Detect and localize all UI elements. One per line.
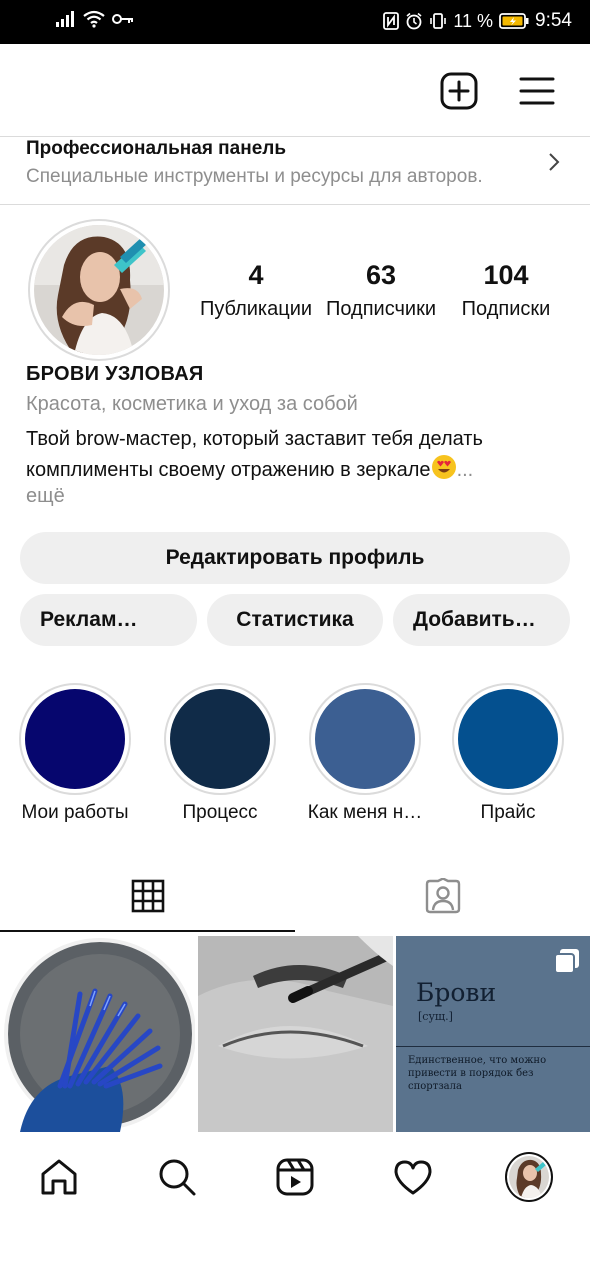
profile-header xyxy=(0,44,590,136)
edit-profile-button[interactable]: Редактировать профиль xyxy=(20,532,570,584)
signal-icon xyxy=(56,11,74,27)
status-bar: 11 % 9:54 xyxy=(0,0,590,44)
post3-subtitle: [сущ.] xyxy=(418,1010,453,1023)
pro-panel-title: Профессиональная панель xyxy=(26,138,287,159)
stat-followers-label: Подписчики xyxy=(325,298,437,320)
battery-icon xyxy=(499,13,529,29)
tagged-person-icon xyxy=(425,878,460,914)
bio-ellipsis: ... xyxy=(456,459,474,481)
hamburger-menu-icon xyxy=(519,77,555,105)
post-thumbnail[interactable] xyxy=(0,936,195,1132)
home-icon xyxy=(41,1159,77,1195)
plus-square-icon xyxy=(440,72,478,110)
highlight-process[interactable]: Процесс xyxy=(145,683,295,824)
status-right: 11 % 9:54 xyxy=(383,10,572,32)
professional-dashboard[interactable]: Профессиональная панель Специальные инст… xyxy=(0,137,590,203)
post3-description: Единственное, что можно привести в поряд… xyxy=(408,1055,547,1092)
stat-following-value: 104 xyxy=(483,260,529,290)
highlight-ring xyxy=(19,683,131,795)
nav-home[interactable] xyxy=(35,1153,83,1201)
add-shop-button[interactable]: Добавить… xyxy=(393,594,570,646)
stat-following[interactable]: 104 Подписки xyxy=(446,258,566,326)
nav-activity[interactable] xyxy=(389,1153,437,1201)
stat-posts-value: 4 xyxy=(248,260,264,290)
highlight-label: Прайс xyxy=(480,802,536,823)
heart-eyes-emoji-icon xyxy=(431,455,456,479)
bio-line-1: Твой brow-мастер, который заставит тебя … xyxy=(26,428,483,450)
highlight-ring xyxy=(452,683,564,795)
chevron-right-icon xyxy=(549,153,560,171)
highlight-my-works[interactable]: Мои работы xyxy=(0,683,150,824)
grid-icon xyxy=(131,879,164,913)
panel-divider xyxy=(0,204,590,205)
carousel-icon xyxy=(554,949,579,974)
vibrate-icon xyxy=(430,13,447,29)
highlight-ring xyxy=(164,683,276,795)
status-left xyxy=(56,10,134,28)
ads-button[interactable]: Реклам… xyxy=(20,594,197,646)
highlight-price[interactable]: Прайс xyxy=(433,683,583,824)
highlight-label: Процесс xyxy=(182,802,258,823)
bio-more-link[interactable]: ещё xyxy=(26,485,65,508)
wifi-icon xyxy=(83,10,105,28)
stat-posts-label: Публикации xyxy=(199,298,313,320)
post3-title: Брови xyxy=(416,978,497,1007)
highlight-cover xyxy=(25,689,125,789)
pro-panel-subtitle: Специальные инструменты и ресурсы для ав… xyxy=(26,166,483,187)
profile-avatar-small xyxy=(505,1152,553,1202)
stat-following-label: Подписки xyxy=(461,298,551,320)
nfc-icon xyxy=(383,12,400,30)
profile-avatar[interactable] xyxy=(28,219,170,361)
nav-search[interactable] xyxy=(153,1153,201,1201)
new-post-button[interactable] xyxy=(439,71,479,111)
heart-icon xyxy=(394,1160,432,1195)
highlight-label: Мои работы xyxy=(21,802,129,823)
alarm-icon xyxy=(406,12,422,30)
clock: 9:54 xyxy=(535,10,572,31)
stat-posts[interactable]: 4 Публикации xyxy=(196,258,316,326)
highlight-ring xyxy=(309,683,421,795)
tab-posts-grid[interactable] xyxy=(0,860,295,932)
nav-profile[interactable] xyxy=(505,1152,553,1202)
highlight-cover xyxy=(170,689,270,789)
key-icon xyxy=(112,14,133,24)
profile-category: Красота, косметика и уход за собой xyxy=(26,393,358,415)
highlight-cover xyxy=(458,689,558,789)
stat-followers-value: 63 xyxy=(365,260,397,290)
nav-reels[interactable] xyxy=(271,1153,319,1201)
reels-icon xyxy=(276,1158,314,1196)
battery-percent: 11 % xyxy=(453,10,494,31)
profile-bio: Твой brow-мастер, который заставит тебя … xyxy=(26,424,566,485)
highlight-cover xyxy=(315,689,415,789)
avatar-photo xyxy=(34,225,164,355)
search-icon xyxy=(159,1159,196,1196)
bio-line-2: комплименты своему отражению в зеркале xyxy=(26,459,431,481)
post3-divider xyxy=(396,1046,590,1047)
profile-name: БРОВИ УЗЛОВАЯ xyxy=(26,363,204,385)
stat-followers[interactable]: 63 Подписчики xyxy=(321,258,441,326)
menu-button[interactable] xyxy=(517,71,557,111)
insights-button[interactable]: Статистика xyxy=(207,594,383,646)
post-thumbnail[interactable] xyxy=(198,936,393,1132)
highlight-how-to-find[interactable]: Как меня н… xyxy=(290,683,440,824)
tab-tagged[interactable] xyxy=(295,860,590,932)
bottom-navigation xyxy=(0,1133,590,1280)
post-thumbnail[interactable]: Брови [сущ.] Единственное, что можно при… xyxy=(396,936,590,1132)
active-tab-indicator xyxy=(0,930,295,932)
highlight-label: Как меня н… xyxy=(307,802,423,823)
